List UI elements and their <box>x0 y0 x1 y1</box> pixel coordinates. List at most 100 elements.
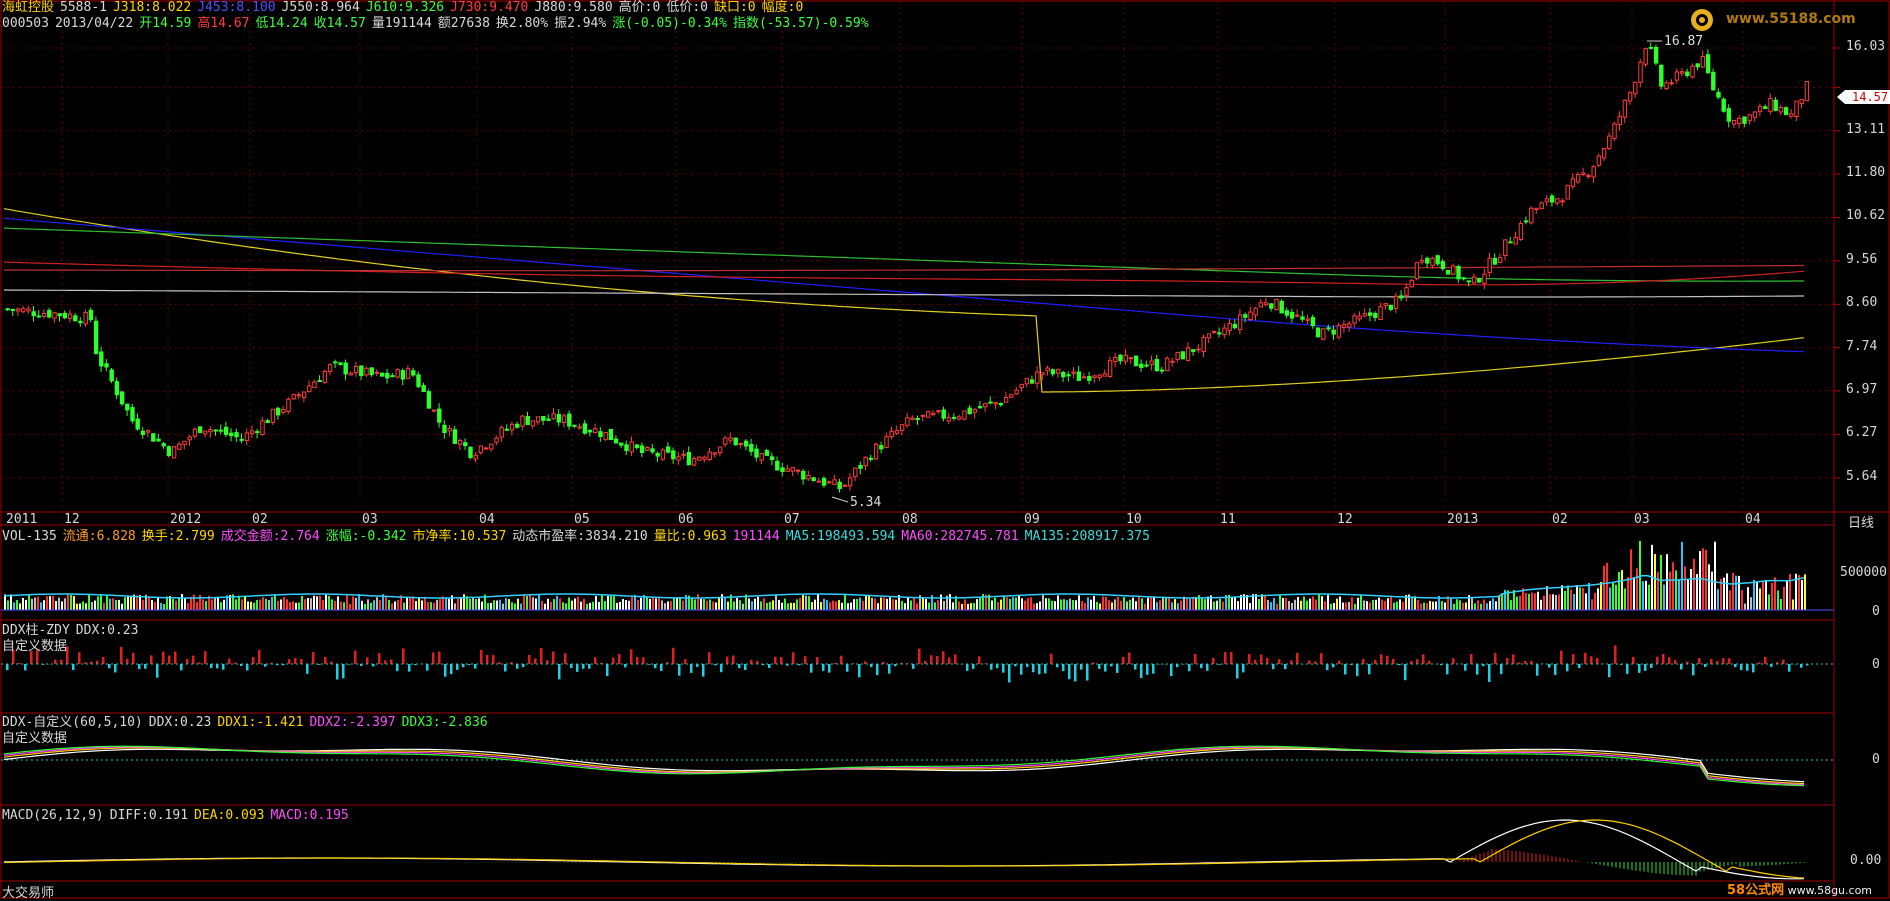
ddx-bar-negative <box>348 664 351 665</box>
candle-body <box>729 438 732 440</box>
volume-bar <box>622 599 624 610</box>
volume-bar <box>142 600 144 610</box>
volume-bar <box>1582 588 1584 610</box>
volume-bar <box>1588 583 1590 610</box>
ddx-bar-positive <box>1128 652 1131 664</box>
candle-body <box>224 427 227 434</box>
ddx-bar-negative <box>648 664 651 665</box>
candle-body <box>1550 196 1553 202</box>
time-axis-label: 04 <box>479 512 495 527</box>
ddx-bar-positive <box>1572 654 1575 664</box>
candle-body <box>854 468 857 477</box>
volume-bar <box>1189 599 1191 610</box>
candle-body <box>890 431 893 436</box>
volume-bar <box>1099 604 1101 610</box>
candle-body <box>84 312 87 323</box>
volume-bar <box>958 601 960 610</box>
ddx-bar-positive <box>1758 662 1761 664</box>
ddx-bar-negative <box>1554 664 1557 675</box>
ddx-bar-custom-label: 自定义数据 <box>2 639 67 654</box>
ddx-bar-negative <box>516 664 519 669</box>
volume-bar <box>1555 595 1557 610</box>
candle-body <box>172 447 175 458</box>
candle-body <box>744 441 747 446</box>
candle-body <box>1675 72 1678 80</box>
candle-body <box>1472 277 1475 283</box>
volume-bar <box>1594 593 1596 610</box>
candle-body <box>354 367 357 373</box>
volume-bar <box>1111 602 1113 610</box>
volume-bar <box>1678 581 1680 610</box>
candle-body <box>1410 280 1413 286</box>
volume-bar <box>1258 599 1260 610</box>
time-axis-label: 2011 <box>6 512 37 527</box>
volume-bar <box>1276 604 1278 610</box>
ddx-bar-title[interactable]: DDX柱-ZDY <box>2 623 70 638</box>
volume-bar <box>631 597 633 610</box>
volume-bar <box>772 600 774 610</box>
volume-bar <box>1684 566 1686 610</box>
volume-bar <box>790 603 792 610</box>
volume-bar <box>712 602 714 610</box>
volume-bar <box>1378 598 1380 610</box>
volume-bar <box>1123 597 1125 610</box>
volume-bar <box>1180 600 1182 610</box>
app-name: 大交易师 <box>2 882 54 901</box>
candle-body <box>1207 334 1210 338</box>
volume-bar <box>628 601 630 610</box>
volume-bar <box>1693 559 1695 610</box>
vol-panel-title[interactable]: VOL-135 <box>2 529 57 544</box>
volume-bar <box>961 604 963 610</box>
time-axis-label: 02 <box>1552 512 1568 527</box>
ddx-bar-positive <box>1560 651 1563 664</box>
volume-bar <box>1465 602 1467 610</box>
volume-bar <box>517 599 519 610</box>
volume-bar <box>670 601 672 610</box>
ddx-bar-positive <box>120 647 123 664</box>
ddx-bar-positive <box>1662 654 1665 664</box>
volume-bar <box>877 603 879 610</box>
candle-body <box>438 409 441 422</box>
volume-bar <box>88 595 90 610</box>
volume-bar <box>115 600 117 610</box>
volume-bar <box>478 598 480 610</box>
candle-body <box>848 478 851 486</box>
volume-bar <box>1567 585 1569 610</box>
volume-bar <box>1792 599 1794 610</box>
candle-body <box>1114 357 1117 361</box>
volume-bar <box>1681 542 1683 610</box>
chart-canvas[interactable]: 14.57 16.87 5.34 <box>0 0 1890 899</box>
volume-bar <box>559 598 561 610</box>
ddx-bar-positive <box>1632 657 1635 664</box>
stock-name[interactable]: 海虹控股 <box>2 0 54 15</box>
candle-body <box>448 429 451 431</box>
vol-ma5: MA5:198493.594 <box>786 529 896 544</box>
volume-bar <box>1231 597 1233 610</box>
candle-body <box>973 409 976 412</box>
period-label[interactable]: 日线 <box>1848 512 1874 531</box>
volume-bar <box>1315 600 1317 610</box>
ddx-bar-positive <box>1506 658 1509 664</box>
candle-body <box>105 364 108 367</box>
candle-body <box>599 432 602 437</box>
volume-bar <box>1786 580 1788 610</box>
volume-bar <box>1585 593 1587 610</box>
candle-body <box>630 442 633 452</box>
ddx-bar-negative <box>1140 664 1143 678</box>
ddx-line-title[interactable]: DDX-自定义(60,5,10) <box>2 715 143 730</box>
ddx-bar-positive <box>1518 662 1521 664</box>
volume-bar <box>1033 604 1035 610</box>
volume-bar <box>385 596 387 610</box>
volume-bar <box>700 599 702 610</box>
candle-body <box>1623 100 1626 117</box>
volume-bar <box>340 602 342 610</box>
ddx-bar-negative <box>972 664 975 669</box>
candle-body <box>157 439 160 441</box>
ddx-bar-negative <box>474 664 477 669</box>
ddx-bar-positive <box>498 662 501 664</box>
ddx-bar-positive <box>186 659 189 664</box>
volume-bar <box>373 600 375 610</box>
ddx-bar-positive <box>546 660 549 664</box>
macd-title[interactable]: MACD(26,12,9) <box>2 808 104 823</box>
volume-bar <box>928 603 930 610</box>
